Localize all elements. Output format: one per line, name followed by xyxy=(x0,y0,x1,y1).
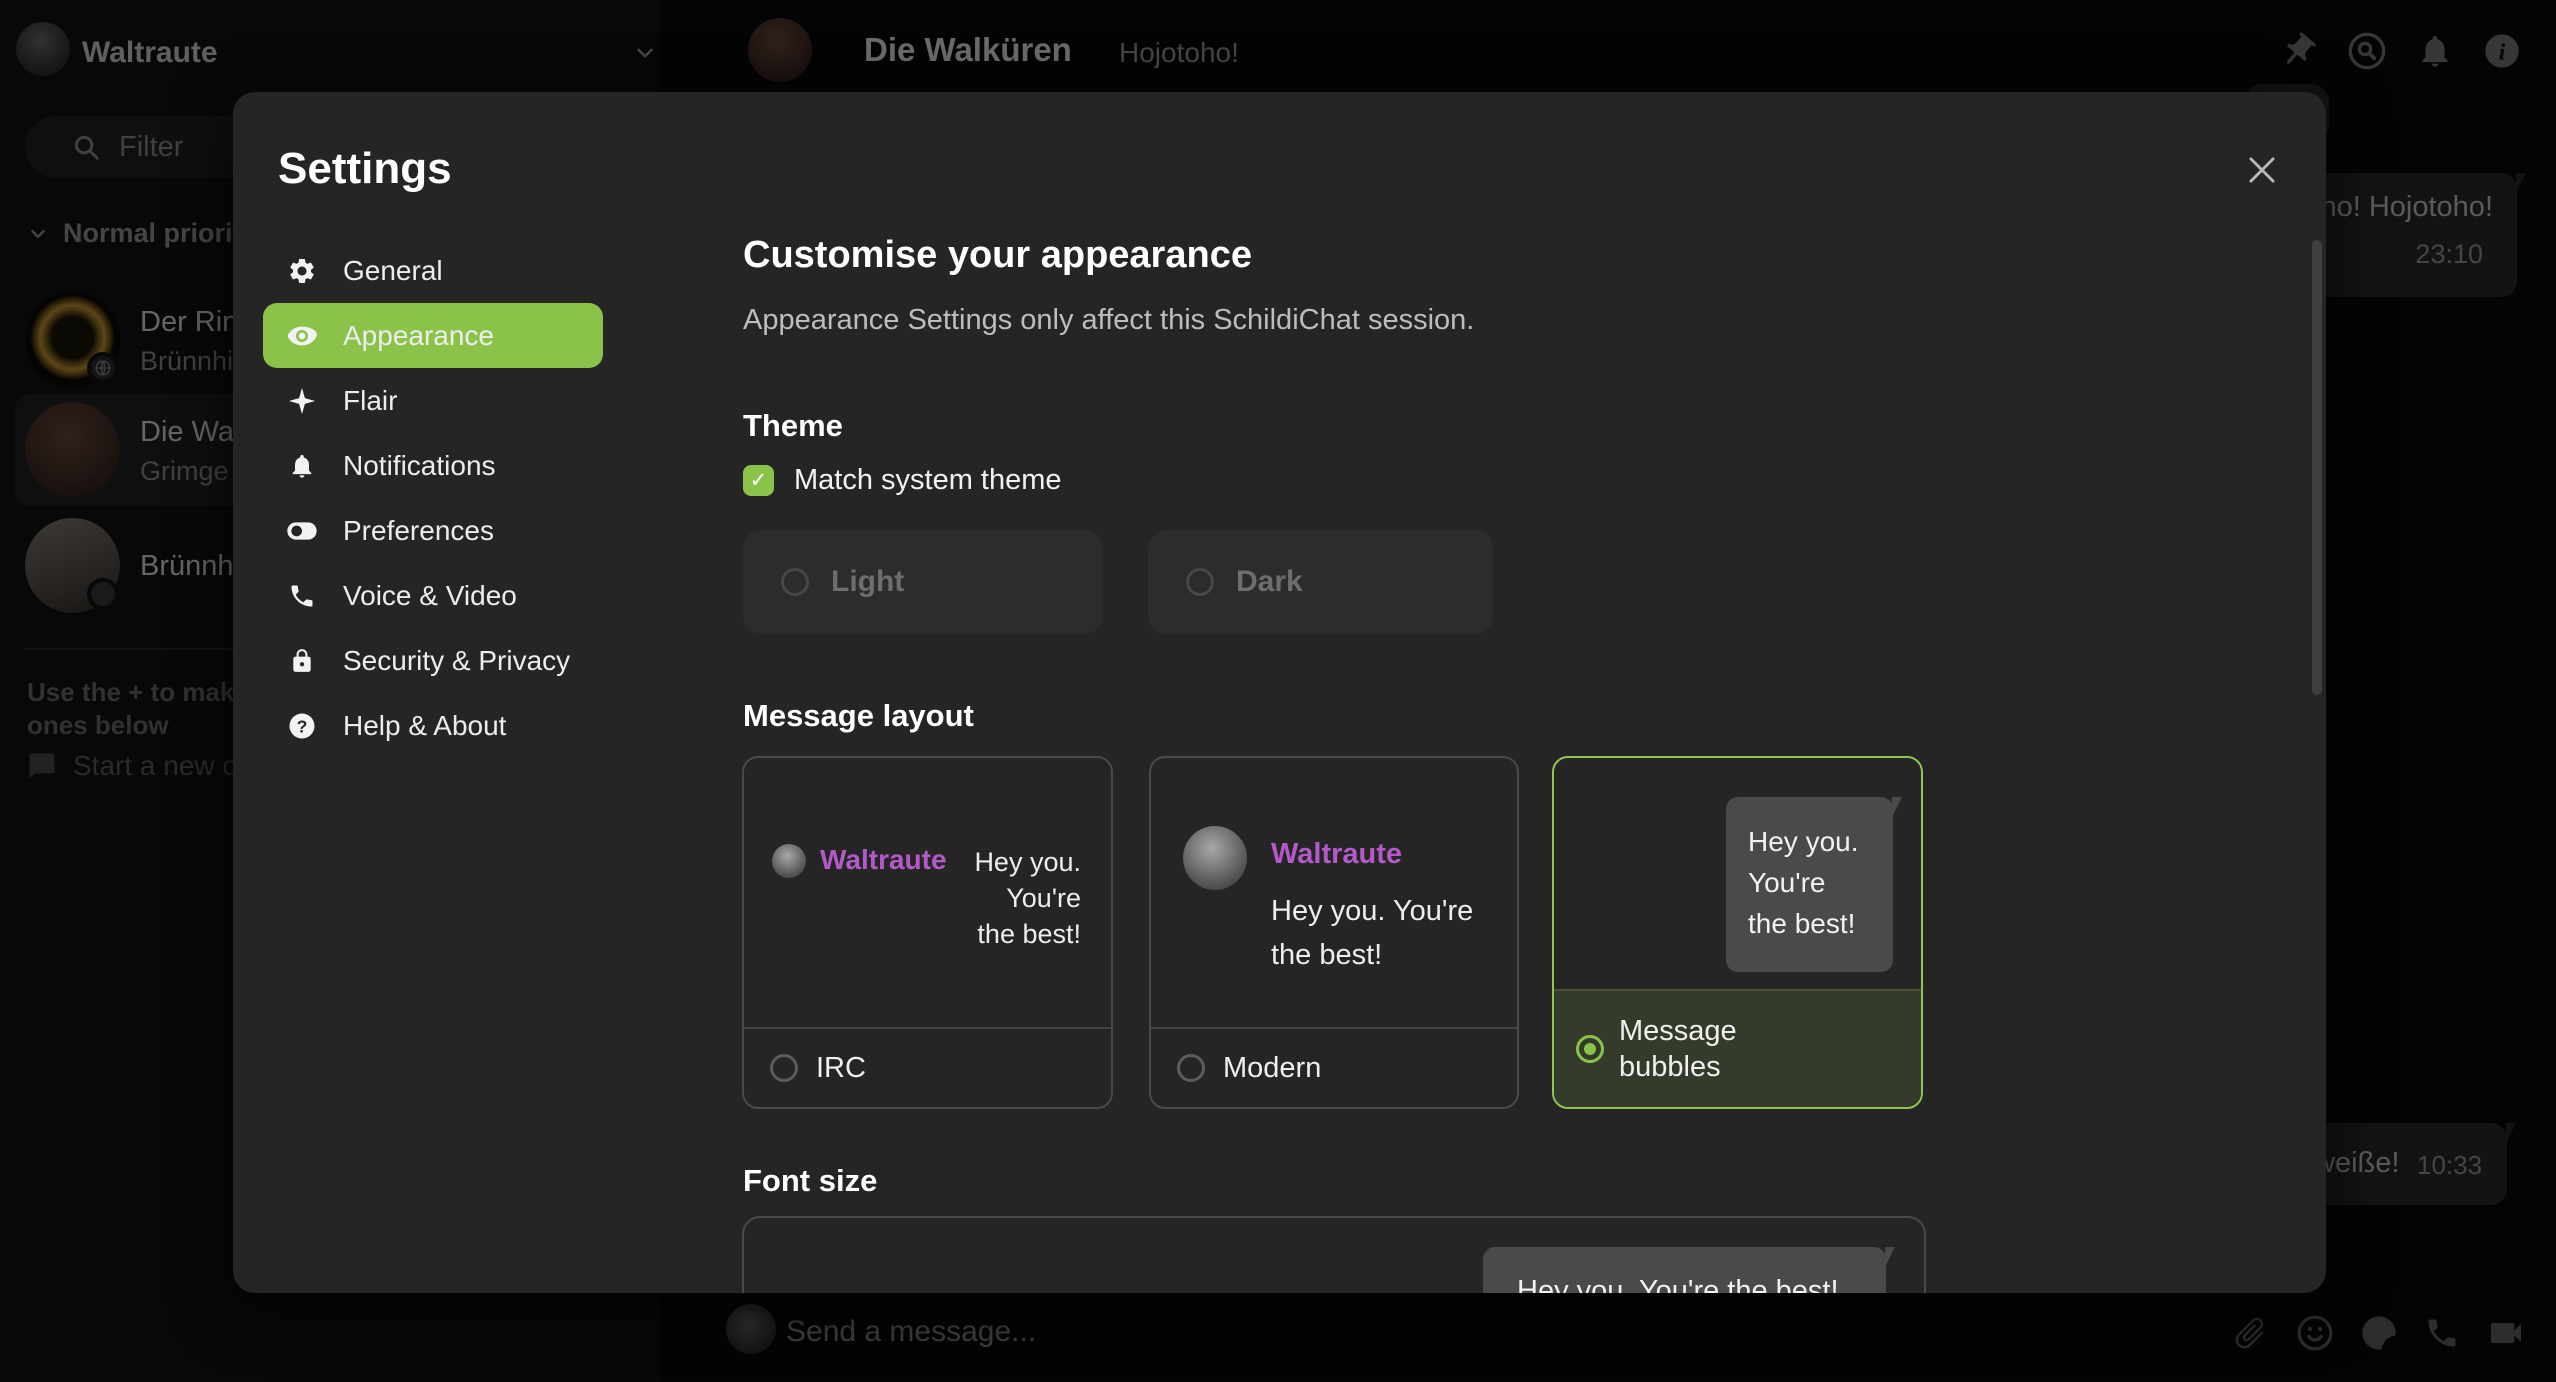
preview-bubble: Hey you. You're the best! xyxy=(1726,797,1893,972)
bubble-notch xyxy=(1892,797,1902,817)
nav-label: Voice & Video xyxy=(343,580,517,612)
radio-light xyxy=(781,568,809,596)
nav-label: General xyxy=(343,255,443,287)
theme-heading: Theme xyxy=(743,408,843,444)
preview-avatar xyxy=(772,844,806,878)
match-system-theme-row: Match system theme xyxy=(743,464,1062,497)
bell-icon xyxy=(285,452,319,480)
radio-dark xyxy=(1186,568,1214,596)
lock-icon xyxy=(285,648,319,674)
modern-preview: Waltraute Hey you. You're the best! xyxy=(1151,758,1517,1027)
sparkle-icon xyxy=(285,386,319,416)
nav-item-appearance[interactable]: Appearance xyxy=(263,303,603,368)
nav-item-help-about[interactable]: ? Help & About xyxy=(263,693,603,758)
nav-label: Help & About xyxy=(343,710,506,742)
message-layout-heading: Message layout xyxy=(743,698,974,734)
nav-item-flair[interactable]: Flair xyxy=(263,368,603,433)
svg-text:?: ? xyxy=(297,716,308,736)
phone-icon xyxy=(285,582,319,610)
appearance-heading: Customise your appearance xyxy=(743,234,1252,277)
font-size-preview-box: Hey you. You're the best! xyxy=(742,1216,1926,1293)
close-button[interactable] xyxy=(2239,147,2285,193)
layout-option-row[interactable]: Message bubbles xyxy=(1554,989,1921,1107)
gear-icon xyxy=(285,256,319,286)
match-system-theme-checkbox[interactable] xyxy=(743,465,774,496)
app-root: Waltraute Filter Normal priorit Der Rin … xyxy=(0,0,2556,1382)
theme-option-label: Dark xyxy=(1236,565,1303,599)
match-system-theme-label: Match system theme xyxy=(794,464,1062,497)
preview-avatar xyxy=(1183,826,1247,890)
bubble-notch xyxy=(1885,1247,1895,1267)
preview-sender-name: Waltraute xyxy=(1271,838,1473,871)
layout-option-label: IRC xyxy=(816,1050,866,1086)
eye-icon xyxy=(285,320,319,352)
irc-preview: Waltraute Hey you. You're the best! xyxy=(744,758,1111,1027)
nav-item-preferences[interactable]: Preferences xyxy=(263,498,603,563)
nav-label: Security & Privacy xyxy=(343,645,570,677)
layout-option-label: Modern xyxy=(1223,1050,1321,1086)
layout-option-modern[interactable]: Waltraute Hey you. You're the best! Mode… xyxy=(1149,756,1519,1109)
layout-option-row[interactable]: IRC xyxy=(744,1027,1111,1107)
appearance-subheading: Appearance Settings only affect this Sch… xyxy=(743,304,1474,337)
bubbles-preview: Hey you. You're the best! xyxy=(1554,758,1921,989)
question-icon: ? xyxy=(285,711,319,741)
layout-option-row[interactable]: Modern xyxy=(1151,1027,1517,1107)
nav-label: Appearance xyxy=(343,320,494,352)
font-size-heading: Font size xyxy=(743,1163,877,1199)
dialog-title: Settings xyxy=(278,144,452,194)
settings-dialog: Settings General Appearance Flair Notifi… xyxy=(233,92,2326,1293)
theme-option-dark: Dark xyxy=(1148,530,1493,634)
preview-sender-name: Waltraute xyxy=(820,844,947,876)
radio-modern[interactable] xyxy=(1177,1054,1205,1082)
nav-label: Flair xyxy=(343,385,397,417)
close-icon xyxy=(2243,151,2281,189)
settings-nav: General Appearance Flair Notifications P… xyxy=(263,238,603,758)
font-size-preview-bubble: Hey you. You're the best! xyxy=(1483,1247,1886,1293)
radio-message-bubbles[interactable] xyxy=(1576,1035,1604,1063)
nav-item-general[interactable]: General xyxy=(263,238,603,303)
toggle-icon xyxy=(285,515,319,547)
radio-irc[interactable] xyxy=(770,1054,798,1082)
theme-option-label: Light xyxy=(831,565,904,599)
nav-item-voice-video[interactable]: Voice & Video xyxy=(263,563,603,628)
layout-option-label: Message bubbles xyxy=(1619,1013,1737,1085)
preview-message: Hey you. You're the best! xyxy=(961,844,1081,952)
theme-option-light: Light xyxy=(743,530,1103,634)
layout-option-irc[interactable]: Waltraute Hey you. You're the best! IRC xyxy=(742,756,1113,1109)
nav-item-notifications[interactable]: Notifications xyxy=(263,433,603,498)
modal-scrollbar[interactable] xyxy=(2312,240,2322,695)
preview-message: Hey you. You're the best! xyxy=(1271,889,1473,977)
nav-label: Preferences xyxy=(343,515,494,547)
layout-option-message-bubbles[interactable]: Hey you. You're the best! Message bubble… xyxy=(1552,756,1923,1109)
nav-item-security-privacy[interactable]: Security & Privacy xyxy=(263,628,603,693)
nav-label: Notifications xyxy=(343,450,496,482)
